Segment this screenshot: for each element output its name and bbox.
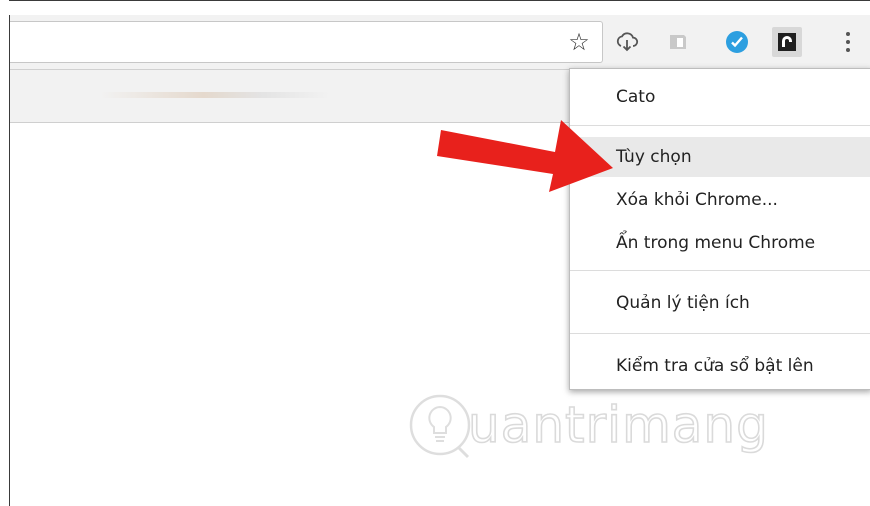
menu-item-cato[interactable]: Cato <box>570 77 870 117</box>
watermark-text: uantrimang <box>467 395 769 455</box>
menu-separator <box>570 333 870 334</box>
red-arrow-annotation <box>437 120 613 192</box>
menu-item-hide-in-menu[interactable]: Ẩn trong menu Chrome <box>570 223 870 263</box>
blurred-bookmark <box>100 92 330 98</box>
cato-icon[interactable] <box>772 27 802 57</box>
watermark: uantrimang <box>406 385 796 465</box>
window-top-area <box>9 0 870 15</box>
menu-separator <box>570 270 870 271</box>
blue-check-icon[interactable] <box>722 27 752 57</box>
lightbulb-logo-icon <box>409 394 471 459</box>
address-bar[interactable]: ☆ <box>10 21 603 63</box>
menu-item-inspect-popup[interactable]: Kiểm tra cửa sổ bật lên <box>570 346 870 386</box>
gray-extension-icon[interactable] <box>663 27 693 57</box>
cloud-download-icon[interactable] <box>612 27 642 57</box>
browser-toolbar: ☆ <box>10 15 870 70</box>
bookmark-star-icon[interactable]: ☆ <box>566 29 592 55</box>
kebab-menu-icon[interactable] <box>838 27 858 57</box>
menu-item-manage-extensions[interactable]: Quản lý tiện ích <box>570 283 870 323</box>
